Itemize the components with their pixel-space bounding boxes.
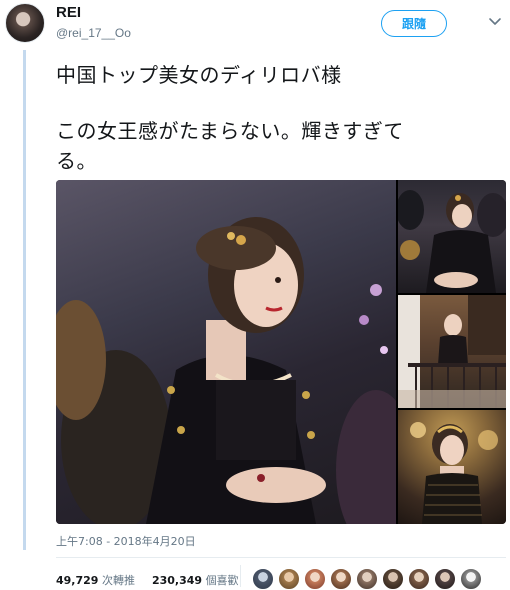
stats-divider <box>240 565 241 587</box>
like-label[interactable]: 個喜歡 <box>206 574 239 587</box>
divider <box>56 557 506 558</box>
follow-button[interactable]: 跟隨 <box>381 10 447 37</box>
photo-main[interactable] <box>56 180 396 524</box>
liker-avatar[interactable] <box>460 568 482 590</box>
retweet-count[interactable]: 49,729 <box>56 574 98 587</box>
like-count[interactable]: 230,349 <box>152 574 202 587</box>
tweet-line: この女王感がたまらない。輝きすぎて <box>56 119 404 143</box>
tweet-line: る。 <box>56 149 97 173</box>
liker-avatar[interactable] <box>408 568 430 590</box>
liker-avatar[interactable] <box>330 568 352 590</box>
liker-avatar[interactable] <box>356 568 378 590</box>
retweet-label[interactable]: 次轉推 <box>102 574 135 587</box>
tweet-timestamp[interactable]: 上午7:08 - 2018年4月20日 <box>56 533 196 549</box>
liker-avatar[interactable] <box>434 568 456 590</box>
liker-avatar[interactable] <box>278 568 300 590</box>
media-grid <box>56 180 506 524</box>
display-name[interactable]: REI <box>56 4 81 21</box>
liker-avatar[interactable] <box>382 568 404 590</box>
photo-thumbnail-1-illustration <box>398 190 506 293</box>
user-handle[interactable]: @rei_17__Oo <box>56 26 131 40</box>
chevron-down-icon[interactable] <box>488 14 502 28</box>
tweet-text: 中国トップ美女のディリロバ様 この女王感がたまらない。輝きすぎて る。 <box>56 60 496 176</box>
photo-thumbnail-1[interactable] <box>398 180 506 293</box>
photo-thumbnail-2-illustration <box>398 295 506 408</box>
tweet-line: 中国トップ美女のディリロバ様 <box>56 63 342 87</box>
thread-line <box>23 50 26 550</box>
photo-thumbnail-2[interactable] <box>398 295 506 408</box>
avatar[interactable] <box>5 3 45 43</box>
photo-thumbnail-3-illustration <box>410 422 498 524</box>
liker-avatar[interactable] <box>252 568 274 590</box>
liker-avatar[interactable] <box>304 568 326 590</box>
tweet-stats: 49,729 次轉推 230,349 個喜歡 <box>56 572 239 588</box>
photo-main-illustration <box>56 217 396 524</box>
photo-thumbnail-3[interactable] <box>398 410 506 524</box>
